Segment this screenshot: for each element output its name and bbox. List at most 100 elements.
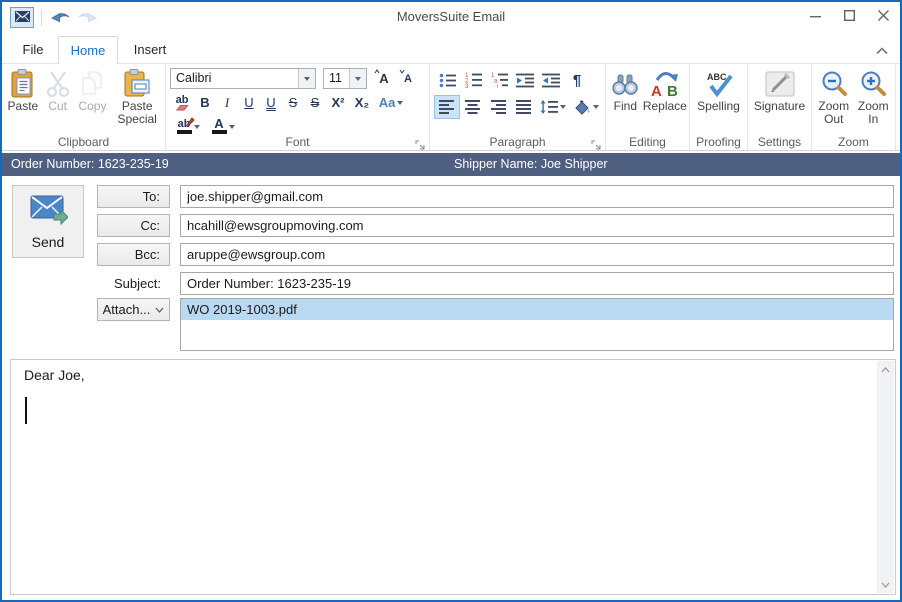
- font-color-button[interactable]: A: [206, 116, 240, 137]
- clear-formatting-button[interactable]: ab: [170, 92, 194, 113]
- font-size-value: 11: [324, 69, 349, 88]
- shrink-font-button[interactable]: A: [396, 68, 420, 89]
- svg-text:3: 3: [465, 84, 469, 88]
- strikethrough-label: S: [289, 95, 298, 110]
- align-center-button[interactable]: [460, 95, 486, 119]
- superscript-label: X²: [332, 95, 345, 110]
- strikethrough-button[interactable]: S: [282, 92, 304, 113]
- message-body-editor[interactable]: Dear Joe,: [10, 359, 896, 595]
- bold-button[interactable]: B: [194, 92, 216, 113]
- bullet-list-button[interactable]: [434, 68, 460, 92]
- svg-text:B: B: [667, 83, 678, 98]
- to-button[interactable]: To:: [97, 185, 170, 208]
- bullet-list-icon: [439, 73, 456, 88]
- ribbon-group-proofing: ABC Spelling Proofing: [690, 64, 748, 150]
- chevron-down-icon: [560, 105, 566, 109]
- multilevel-list-icon: 1ai: [491, 72, 508, 88]
- zoom-in-button[interactable]: Zoom In: [854, 66, 894, 134]
- zoom-out-label: Zoom Out: [814, 100, 854, 126]
- to-input[interactable]: [180, 185, 894, 208]
- tab-home[interactable]: Home: [58, 36, 118, 64]
- minimize-button[interactable]: [798, 2, 832, 32]
- send-button[interactable]: Send: [12, 185, 84, 258]
- copy-button[interactable]: Copy: [74, 66, 112, 134]
- minimize-icon: [810, 8, 821, 26]
- ribbon: Paste Cut Copy: [2, 64, 900, 151]
- scroll-down-button[interactable]: [877, 576, 894, 593]
- paste-button[interactable]: Paste: [4, 66, 42, 134]
- order-number: Order Number: 1623-235-19: [11, 153, 169, 176]
- increase-indent-button[interactable]: [538, 68, 564, 92]
- multilevel-list-button[interactable]: 1ai: [486, 68, 512, 92]
- italic-label: I: [225, 95, 229, 111]
- change-case-button[interactable]: Aa: [374, 92, 408, 113]
- font-family-combobox[interactable]: Calibri: [170, 68, 316, 89]
- font-dialog-launcher[interactable]: [415, 137, 425, 147]
- paragraph-dialog-launcher[interactable]: [591, 137, 601, 147]
- collapse-ribbon-button[interactable]: [876, 42, 892, 56]
- italic-button[interactable]: I: [216, 92, 238, 113]
- scroll-down-icon: [881, 582, 890, 588]
- show-paragraph-marks-button[interactable]: ¶: [564, 68, 590, 92]
- window-title: MoversSuite Email: [2, 2, 900, 32]
- attach-label: Attach...: [103, 302, 151, 317]
- spelling-button[interactable]: ABC Spelling: [692, 66, 745, 134]
- align-left-button[interactable]: [434, 95, 460, 119]
- ribbon-group-paragraph: 123 1ai ¶: [430, 64, 606, 150]
- font-family-dropdown-button[interactable]: [298, 69, 315, 88]
- find-button[interactable]: Find: [608, 66, 643, 134]
- superscript-button[interactable]: X²: [326, 92, 350, 113]
- replace-button[interactable]: AB Replace: [643, 66, 687, 134]
- message-body-text: Dear Joe,: [24, 367, 85, 383]
- scroll-up-icon: [881, 367, 890, 373]
- text-cursor: [25, 397, 27, 424]
- font-size-combobox[interactable]: 11: [323, 68, 367, 89]
- window-controls: [798, 2, 900, 32]
- subscript-button[interactable]: X₂: [350, 92, 374, 113]
- subject-input[interactable]: [180, 272, 894, 295]
- cut-button[interactable]: Cut: [42, 66, 74, 134]
- bcc-input[interactable]: [180, 243, 894, 266]
- zoom-out-button[interactable]: Zoom Out: [814, 66, 854, 134]
- scroll-up-button[interactable]: [877, 361, 894, 378]
- font-size-dropdown-button[interactable]: [349, 69, 366, 88]
- ribbon-tab-row: File Home Insert: [2, 32, 900, 64]
- numbered-list-button[interactable]: 123: [460, 68, 486, 92]
- shading-button[interactable]: [569, 95, 601, 119]
- close-button[interactable]: [866, 2, 900, 32]
- cc-button[interactable]: Cc:: [97, 214, 170, 237]
- signature-button[interactable]: Signature: [750, 66, 809, 134]
- shipper-name-label: Shipper Name:: [454, 157, 537, 171]
- maximize-button[interactable]: [832, 2, 866, 32]
- font-group-label: Font: [166, 135, 429, 149]
- tab-insert[interactable]: Insert: [120, 36, 180, 64]
- down-tick-icon: [399, 69, 405, 74]
- paste-special-button[interactable]: Paste Special: [111, 66, 163, 134]
- paste-special-icon: [123, 68, 151, 100]
- align-right-icon: [491, 100, 507, 114]
- body-scrollbar[interactable]: [877, 361, 894, 593]
- decrease-indent-button[interactable]: [512, 68, 538, 92]
- bcc-button[interactable]: Bcc:: [97, 243, 170, 266]
- up-tick-icon: [374, 69, 380, 74]
- maximize-icon: [844, 8, 855, 26]
- align-right-button[interactable]: [486, 95, 512, 119]
- align-justify-button[interactable]: [512, 95, 538, 119]
- attachment-item[interactable]: WO 2019-1003.pdf: [181, 299, 893, 320]
- title-bar: MoversSuite Email: [2, 2, 900, 32]
- paste-special-label: Paste Special: [111, 100, 163, 126]
- grow-font-button[interactable]: A: [372, 68, 396, 89]
- cc-input[interactable]: [180, 214, 894, 237]
- signature-label: Signature: [754, 100, 805, 113]
- line-spacing-button[interactable]: [537, 95, 569, 119]
- text-highlight-button[interactable]: ab: [170, 116, 206, 137]
- double-underline-button[interactable]: U: [260, 92, 282, 113]
- tab-file[interactable]: File: [10, 36, 56, 64]
- underline-button[interactable]: U: [238, 92, 260, 113]
- ribbon-group-clipboard: Paste Cut Copy: [2, 64, 166, 150]
- attach-button[interactable]: Attach...: [97, 298, 170, 321]
- double-strikethrough-button[interactable]: S: [304, 92, 326, 113]
- order-number-label: Order Number:: [11, 157, 94, 171]
- change-case-label: Aa: [379, 95, 396, 110]
- ribbon-group-zoom: Zoom Out Zoom In Zoom: [812, 64, 896, 150]
